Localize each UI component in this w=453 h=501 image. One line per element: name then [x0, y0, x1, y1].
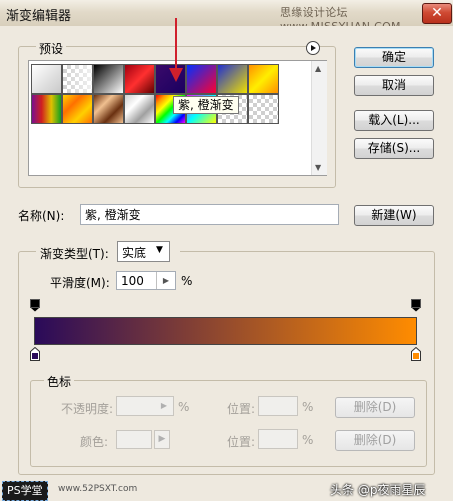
credit-watermark: 头条 @p夜雨星辰	[330, 483, 426, 497]
load-button[interactable]: 载入(L)...	[354, 110, 434, 131]
opacity-stop-right-icon[interactable]	[411, 299, 421, 312]
gradient-swatch[interactable]	[248, 94, 279, 124]
gradient-bar[interactable]	[34, 317, 417, 345]
gradient-type-select[interactable]: 实底 ▼	[117, 241, 170, 262]
annotation-arrow	[169, 18, 183, 82]
smoothness-label: 平滑度(M):	[50, 276, 110, 290]
color-stop-right-icon[interactable]	[411, 346, 421, 361]
opacity-input: ▶	[116, 396, 174, 416]
scroll-down-icon[interactable]: ▼	[315, 163, 321, 172]
smoothness-unit: %	[181, 274, 193, 288]
opacity-stop-left-icon[interactable]	[30, 299, 40, 312]
ok-button[interactable]: 确定	[354, 47, 434, 68]
presets-scrollbar[interactable]: ▲ ▼	[311, 61, 327, 175]
location-unit-1: %	[302, 400, 314, 414]
opacity-stepper-icon: ▶	[160, 401, 168, 410]
gradient-swatch[interactable]	[93, 94, 124, 124]
tooltip-text: 紫, 橙渐变	[178, 98, 234, 112]
color-stop-left-icon[interactable]	[30, 346, 40, 361]
ps-logo-text: PS学堂	[7, 484, 43, 497]
gradient-type-label: 渐变类型(T):	[40, 247, 109, 261]
presets-menu-icon[interactable]	[306, 41, 320, 55]
preset-tooltip: 紫, 橙渐变	[173, 96, 239, 114]
smoothness-stepper-icon[interactable]: ▶	[156, 272, 175, 289]
gradient-swatch[interactable]	[62, 64, 93, 94]
scroll-up-icon[interactable]: ▲	[315, 64, 321, 73]
new-button[interactable]: 新建(W)	[354, 205, 434, 226]
location-label-1: 位置:	[227, 402, 256, 416]
color-label: 颜色:	[80, 435, 109, 449]
gradient-swatch[interactable]	[217, 64, 248, 94]
location-input-2	[258, 429, 298, 449]
ps-logo: PS学堂	[2, 481, 48, 501]
smoothness-input[interactable]: 100 ▶	[116, 271, 176, 290]
location-unit-2: %	[302, 433, 314, 447]
opacity-unit: %	[178, 400, 190, 414]
location-label-2: 位置:	[227, 435, 256, 449]
gradient-swatch[interactable]	[62, 94, 93, 124]
color-picker-swatch	[116, 430, 152, 449]
chevron-down-icon: ▼	[156, 245, 163, 255]
gradient-swatch[interactable]	[248, 64, 279, 94]
smoothness-value: 100	[121, 274, 144, 288]
presets-label: 预设	[36, 40, 67, 57]
save-button[interactable]: 存储(S)...	[354, 138, 434, 159]
close-button[interactable]: ✕	[422, 3, 452, 24]
stops-group	[30, 380, 427, 467]
gradient-swatch[interactable]	[31, 64, 62, 94]
gradient-swatch[interactable]	[93, 64, 124, 94]
name-input[interactable]: 紫, 橙渐变	[80, 204, 339, 225]
gradient-swatch[interactable]	[124, 94, 155, 124]
gradient-swatch[interactable]	[124, 64, 155, 94]
gradient-type-value: 实底	[122, 246, 147, 260]
color-picker-arrow-icon: ▶	[154, 430, 170, 449]
delete-color-button[interactable]: 删除(D)	[335, 430, 415, 451]
gradient-swatch[interactable]	[31, 94, 62, 124]
gradient-swatch[interactable]	[186, 64, 217, 94]
delete-opacity-button[interactable]: 删除(D)	[335, 397, 415, 418]
name-label: 名称(N):	[18, 209, 65, 223]
stops-label: 色标	[44, 373, 75, 390]
window-title: 渐变编辑器	[6, 9, 72, 24]
site-watermark: www.52PSXT.com	[58, 484, 138, 494]
location-input-1	[258, 396, 298, 416]
opacity-label: 不透明度:	[61, 402, 114, 416]
cancel-button[interactable]: 取消	[354, 75, 434, 96]
